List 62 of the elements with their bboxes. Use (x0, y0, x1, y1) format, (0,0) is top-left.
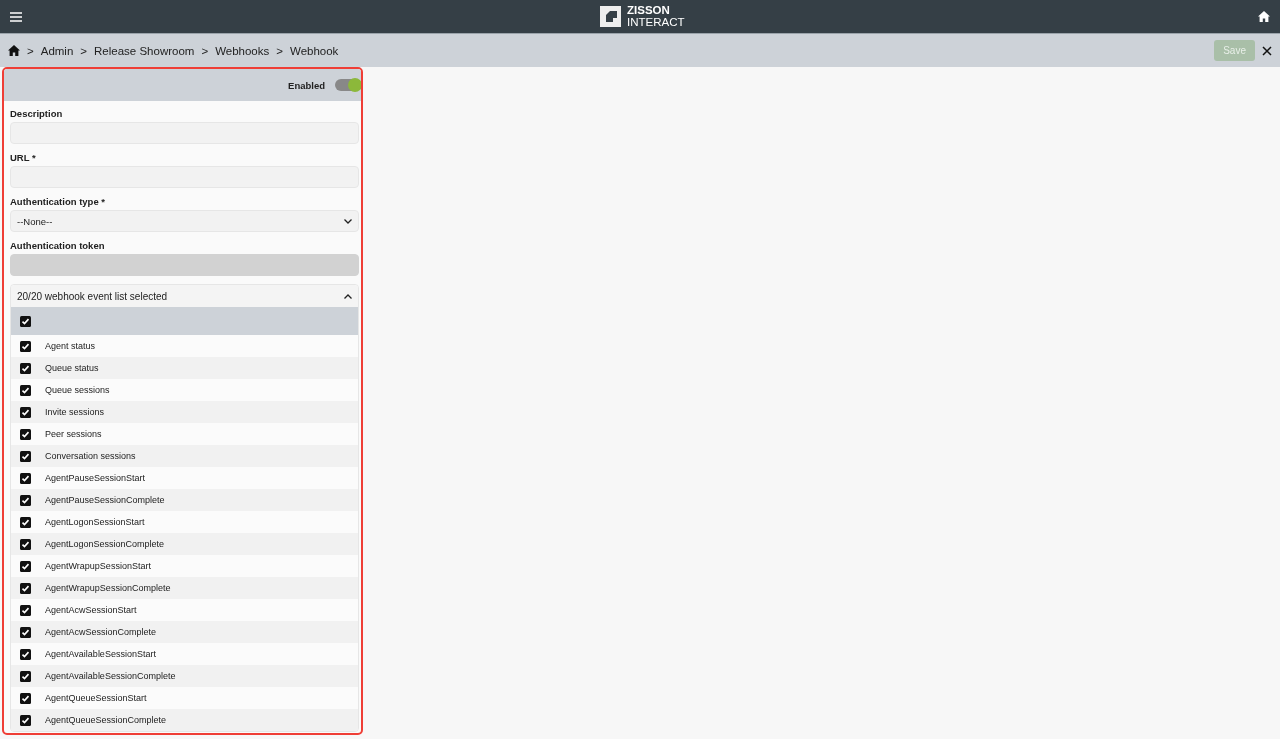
logo-icon (600, 5, 621, 27)
breadcrumb-separator: > (276, 44, 283, 57)
checkbox[interactable] (20, 538, 31, 550)
event-label: AgentLogonSessionStart (45, 517, 145, 527)
event-label: AgentPauseSessionComplete (45, 495, 165, 505)
event-label: Queue sessions (45, 385, 110, 395)
menu-icon[interactable] (10, 11, 22, 22)
enabled-label: Enabled (288, 79, 325, 91)
chevron-up-icon (344, 293, 352, 299)
checkbox[interactable] (20, 560, 31, 572)
event-label: AgentLogonSessionComplete (45, 539, 165, 549)
brand-name: ZISSON (627, 4, 671, 16)
home-icon[interactable] (1258, 11, 1270, 22)
close-icon[interactable] (1262, 45, 1272, 56)
checkbox[interactable] (20, 648, 31, 660)
checkbox[interactable] (20, 384, 31, 396)
checkbox[interactable] (20, 516, 31, 528)
breadcrumb-link[interactable]: Webhook (290, 44, 339, 57)
field-label: Description (10, 108, 64, 120)
select-field[interactable]: --None-- (10, 210, 359, 232)
event-label: Agent status (45, 341, 96, 351)
checkbox[interactable] (20, 472, 31, 484)
event-label: AgentQueueSessionComplete (45, 715, 167, 725)
checkbox[interactable] (20, 582, 31, 594)
checkbox[interactable] (20, 692, 31, 704)
field-label: Authentication type * (10, 196, 106, 208)
checkbox[interactable] (20, 340, 31, 352)
chevron-down-icon (344, 218, 352, 224)
event-label: AgentAvailableSessionComplete (45, 671, 176, 681)
event-label: Conversation sessions (45, 451, 136, 461)
breadcrumb-link[interactable]: Webhooks (215, 44, 270, 57)
event-label: AgentAcwSessionStart (45, 605, 137, 615)
field-label: Authentication token (10, 240, 106, 252)
event-label: AgentAvailableSessionStart (45, 649, 156, 659)
field-label: URL * (10, 152, 37, 164)
checkbox[interactable] (20, 406, 31, 418)
breadcrumb-link[interactable]: Release Showroom (94, 44, 195, 57)
checkbox[interactable] (20, 494, 31, 506)
checkbox[interactable] (20, 450, 31, 462)
event-label: AgentWrapupSessionComplete (45, 583, 171, 593)
checkbox[interactable] (20, 626, 31, 638)
event-label: Peer sessions (45, 429, 102, 439)
checkbox[interactable] (20, 428, 31, 440)
event-label: Queue status (45, 363, 99, 373)
event-list-toggle[interactable]: 20/20 webhook event list selected (11, 285, 358, 307)
checkbox[interactable] (20, 315, 31, 327)
event-label: AgentAcwSessionComplete (45, 627, 157, 637)
breadcrumb-separator: > (27, 44, 34, 57)
brand-subtitle: INTERACT (627, 16, 685, 28)
checkbox[interactable] (20, 604, 31, 616)
event-label: AgentWrapupSessionStart (45, 561, 151, 571)
checkbox[interactable] (20, 714, 31, 726)
checkbox[interactable] (20, 362, 31, 374)
breadcrumb-link[interactable]: Admin (40, 44, 74, 57)
enabled-toggle[interactable] (335, 79, 361, 91)
event-label: AgentQueueSessionStart (45, 693, 147, 703)
home-icon[interactable] (8, 45, 20, 56)
checkbox[interactable] (20, 670, 31, 682)
event-label: AgentPauseSessionStart (45, 473, 146, 483)
breadcrumb-separator: > (80, 44, 88, 57)
event-label: Invite sessions (45, 407, 105, 417)
breadcrumb-separator: > (201, 44, 209, 57)
